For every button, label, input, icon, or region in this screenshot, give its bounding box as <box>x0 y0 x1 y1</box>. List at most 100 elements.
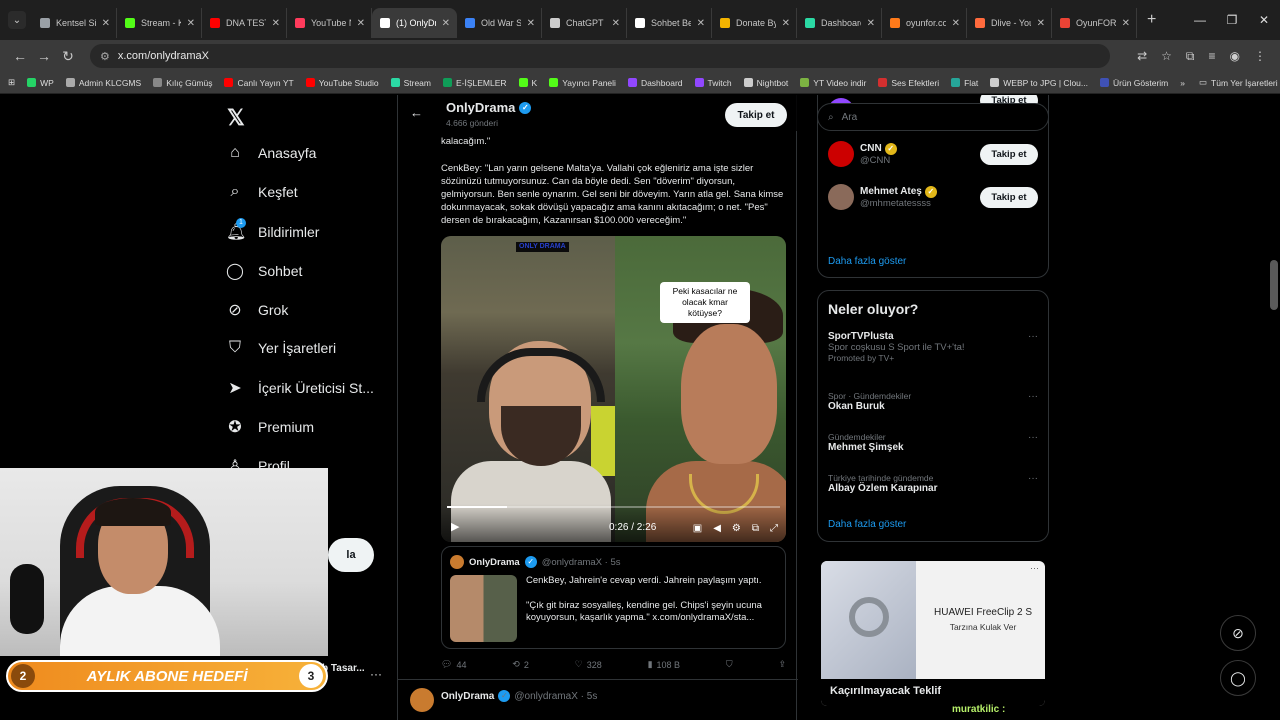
video-progress-bar[interactable] <box>447 506 780 508</box>
follow-button[interactable]: Takip et <box>725 103 787 127</box>
trend-item[interactable]: Türkiye tarihinde gündemde Albay Özlem Ka… <box>828 473 1038 494</box>
nav-item[interactable]: ✪ Premium <box>226 417 314 437</box>
browser-tab[interactable]: Old War St ✕ <box>457 8 542 38</box>
repost-button[interactable]: ⟲ 2 <box>512 659 529 670</box>
apps-icon[interactable]: ⊞ <box>8 77 15 88</box>
browser-tab[interactable]: (1) OnlyDr ✕ <box>372 8 457 38</box>
tab-close-icon[interactable]: ✕ <box>867 18 875 29</box>
close-window-button[interactable]: ✕ <box>1248 0 1280 40</box>
next-post[interactable]: OnlyDrama ✓ @onlydramaX · 5s <box>398 679 798 720</box>
quoted-post[interactable]: OnlyDrama ✓ @onlydramaX · 5s CenkBey, Ja… <box>441 546 786 649</box>
nav-item[interactable]: ➤ İçerik Üreticisi St... <box>226 378 374 398</box>
nav-item[interactable]: ⌂ Anasayfa <box>226 144 316 162</box>
grok-fab-button[interactable]: ⊘ <box>1220 615 1256 651</box>
bookmark-item[interactable]: Yayıncı Paneli <box>549 78 616 88</box>
forward-icon[interactable]: → <box>32 48 56 64</box>
browser-tab[interactable]: DNA TESTİ ✕ <box>202 8 287 38</box>
bookmark-item[interactable]: WEBP to JPG | Clou... <box>990 78 1088 88</box>
tab-close-icon[interactable]: ✕ <box>187 18 195 29</box>
bookmark-item[interactable]: Canlı Yayın YT <box>224 78 294 88</box>
show-more-link-1[interactable]: Daha fazla göster <box>828 256 906 267</box>
browser-tab[interactable]: Donate By ✕ <box>712 8 797 38</box>
tab-close-icon[interactable]: ✕ <box>952 18 960 29</box>
maximize-button[interactable]: ❐ <box>1216 0 1248 40</box>
page-scrollbar[interactable] <box>1270 260 1278 310</box>
browser-tab[interactable]: Stream - K ✕ <box>117 8 202 38</box>
trend-more-icon[interactable]: ··· <box>1028 432 1038 443</box>
share-button[interactable]: ⇪ <box>778 659 786 670</box>
show-more-link-2[interactable]: Daha fazla göster <box>828 519 906 530</box>
bookmark-item[interactable]: E-İŞLEMLER <box>443 78 507 88</box>
messages-fab-button[interactable]: ◯ <box>1220 660 1256 696</box>
tab-close-icon[interactable]: ✕ <box>102 18 110 29</box>
bookmark-item[interactable]: Flat <box>951 78 978 88</box>
follow-button[interactable]: Takip et <box>980 187 1038 208</box>
settings-icon[interactable]: ⚙ <box>732 523 741 534</box>
nav-item[interactable]: ◯ Sohbet <box>226 261 302 281</box>
post-button[interactable]: la <box>328 538 374 572</box>
bookmark-item[interactable]: WP <box>27 78 54 88</box>
pip-icon[interactable]: ⧉ <box>752 523 759 534</box>
search-bar[interactable]: ⌕ Ara <box>817 103 1049 131</box>
nav-item[interactable]: ⌕ Keşfet <box>226 183 298 201</box>
reload-icon[interactable]: ↻ <box>56 48 80 65</box>
more-bookmarks-icon[interactable]: » <box>1180 78 1185 88</box>
bookmark-item[interactable]: Dashboard <box>627 78 683 88</box>
bookmark-button[interactable]: ⛉ <box>726 659 733 670</box>
site-info-icon[interactable]: ⚙ <box>100 50 110 63</box>
nav-item[interactable]: ⊘ Grok <box>226 300 288 320</box>
browser-tab[interactable]: oyunfor.co ✕ <box>882 8 967 38</box>
browser-tab[interactable]: YouTube N ✕ <box>287 8 372 38</box>
bookmark-item[interactable]: Stream <box>390 78 431 88</box>
translate-icon[interactable]: ⇄ <box>1137 49 1147 64</box>
nav-item[interactable]: 🔔︎ 1 Bildirimler <box>226 218 319 242</box>
trend-item[interactable]: SporTVPlusta Spor coşkusu S Sport ile TV+… <box>828 331 1038 363</box>
follow-button[interactable]: Takip et <box>980 144 1038 165</box>
bookmark-item[interactable]: YT Video indir <box>800 78 866 88</box>
browser-tab[interactable]: Dashboard ✕ <box>797 8 882 38</box>
browser-tab[interactable]: Dlive - You ✕ <box>967 8 1052 38</box>
browser-tab[interactable]: Kentsel Sit ✕ <box>32 8 117 38</box>
menu-icon[interactable]: ⋮ <box>1254 49 1266 64</box>
trend-more-icon[interactable]: ··· <box>1028 331 1038 342</box>
x-logo[interactable]: 𝕏 <box>227 105 245 131</box>
trend-item[interactable]: Spor · Gündemdekiler Okan Buruk ··· <box>828 391 1038 412</box>
all-bookmarks-folder[interactable]: ▭ Tüm Yer İşaretleri <box>1199 77 1278 88</box>
browser-tab[interactable]: Sohbet Be ✕ <box>627 8 712 38</box>
profile-icon[interactable]: ◉ <box>1230 49 1240 64</box>
trend-more-icon[interactable]: ··· <box>1028 473 1038 484</box>
play-icon[interactable]: ▶ <box>451 520 459 533</box>
views-button[interactable]: ▮ 108 B <box>648 659 680 670</box>
tab-close-icon[interactable]: ✕ <box>782 18 790 29</box>
browser-tab[interactable]: ChatGPT ✕ <box>542 8 627 38</box>
media-icon[interactable]: ≡ <box>1209 49 1216 64</box>
tab-close-icon[interactable]: ✕ <box>272 18 280 29</box>
tab-close-icon[interactable]: ✕ <box>697 18 705 29</box>
tab-close-icon[interactable]: ✕ <box>612 18 620 29</box>
back-icon[interactable]: ← <box>8 48 32 64</box>
url-field[interactable]: ⚙ x.com/onlydramaX <box>90 44 1110 68</box>
tab-search-button[interactable]: ⌄ <box>8 11 26 29</box>
bookmark-star-icon[interactable]: ☆ <box>1161 49 1172 64</box>
fullscreen-icon[interactable]: ⤢ <box>770 523 778 534</box>
bookmark-item[interactable]: Nightbot <box>743 78 788 88</box>
new-tab-button[interactable]: + <box>1147 11 1156 29</box>
tab-close-icon[interactable]: ✕ <box>1037 18 1045 29</box>
bookmark-item[interactable]: Ses Efektleri <box>878 78 939 88</box>
bookmark-item[interactable]: Admin KLCGMS <box>65 78 141 88</box>
volume-icon[interactable]: ◀ <box>713 523 721 534</box>
trend-more-icon[interactable]: ··· <box>1028 391 1038 402</box>
tab-close-icon[interactable]: ✕ <box>1122 18 1130 29</box>
browser-tab[interactable]: OyunFOR ✕ <box>1052 8 1137 38</box>
ad-card[interactable]: HUAWEI FreeClip 2 S Tarzına Kulak Ver ··… <box>821 561 1045 706</box>
minimize-button[interactable]: — <box>1184 0 1216 40</box>
nav-item[interactable]: ⛉ Yer İşaretleri <box>226 339 336 357</box>
trend-item[interactable]: Gündemdekiler Mehmet Şimşek ··· <box>828 432 1038 453</box>
tab-close-icon[interactable]: ✕ <box>442 18 450 29</box>
tab-close-icon[interactable]: ✕ <box>357 18 365 29</box>
bookmark-item[interactable]: Kılıç Gümüş <box>153 78 212 88</box>
ad-more-icon[interactable]: ··· <box>1030 563 1039 573</box>
captions-icon[interactable]: ▣ <box>693 523 702 534</box>
back-arrow-icon[interactable]: ← <box>410 105 423 120</box>
tab-close-icon[interactable]: ✕ <box>527 18 535 29</box>
